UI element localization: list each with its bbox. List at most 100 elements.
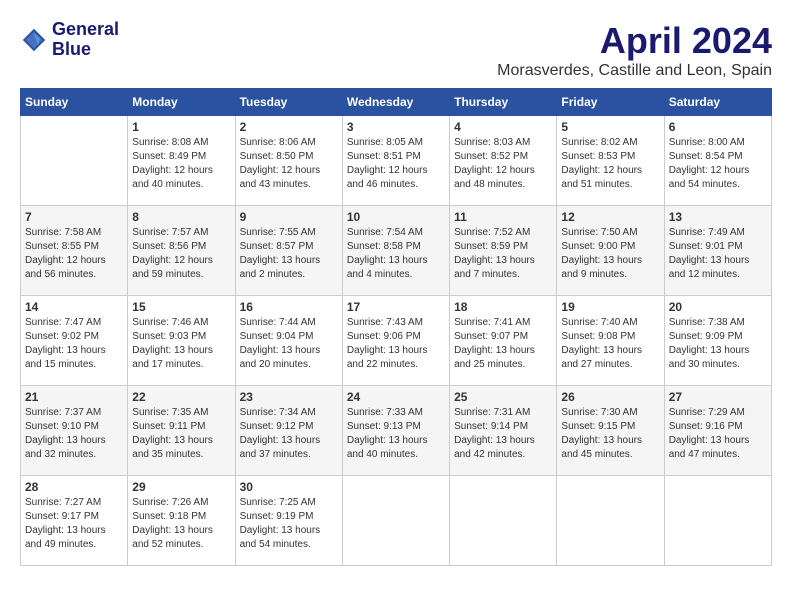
day-number: 15 xyxy=(132,300,230,314)
day-info: Sunrise: 7:33 AM Sunset: 9:13 PM Dayligh… xyxy=(347,406,445,462)
day-number: 14 xyxy=(25,300,123,314)
calendar-cell: 9Sunrise: 7:55 AM Sunset: 8:57 PM Daylig… xyxy=(235,206,342,296)
calendar-cell: 22 Sunrise: 7:35 AM Sunset: 9:11 PM Dayli… xyxy=(128,386,235,476)
day-info: Sunrise: 8:06 AM Sunset: 8:50 PM Dayligh… xyxy=(240,136,338,192)
calendar-cell: 23 Sunrise: 7:34 AM Sunset: 9:12 PM Dayli… xyxy=(235,386,342,476)
logo-text: General Blue xyxy=(52,20,119,60)
calendar-cell: 25 Sunrise: 7:31 AM Sunset: 9:14 PM Dayli… xyxy=(450,386,557,476)
logo-icon xyxy=(20,26,48,54)
calendar-cell: 15 Sunrise: 7:46 AM Sunset: 9:03 PM Dayli… xyxy=(128,296,235,386)
calendar-cell: 2 Sunrise: 8:06 AM Sunset: 8:50 PM Daylig… xyxy=(235,116,342,206)
day-number: 7 xyxy=(25,210,123,224)
calendar-cell: 27 Sunrise: 7:29 AM Sunset: 9:16 PM Dayli… xyxy=(664,386,771,476)
day-info: Sunrise: 7:25 AM Sunset: 9:19 PM Dayligh… xyxy=(240,496,338,552)
calendar-cell: 8 Sunrise: 7:57 AM Sunset: 8:56 PM Daylig… xyxy=(128,206,235,296)
calendar-cell: 12 Sunrise: 7:50 AM Sunset: 9:00 PM Dayli… xyxy=(557,206,664,296)
day-info: Sunrise: 7:44 AM Sunset: 9:04 PM Dayligh… xyxy=(240,316,338,372)
calendar-cell xyxy=(21,116,128,206)
day-info: Sunrise: 7:41 AM Sunset: 9:07 PM Dayligh… xyxy=(454,316,552,372)
calendar-cell: 4 Sunrise: 8:03 AM Sunset: 8:52 PM Daylig… xyxy=(450,116,557,206)
calendar-cell: 7 Sunrise: 7:58 AM Sunset: 8:55 PM Daylig… xyxy=(21,206,128,296)
day-number: 29 xyxy=(132,480,230,494)
day-number: 10 xyxy=(347,210,445,224)
day-info: Sunrise: 7:27 AM Sunset: 9:17 PM Dayligh… xyxy=(25,496,123,552)
weekday-header-monday: Monday xyxy=(128,89,235,116)
day-number: 26 xyxy=(561,390,659,404)
day-info: Sunrise: 8:02 AM Sunset: 8:53 PM Dayligh… xyxy=(561,136,659,192)
weekday-header-tuesday: Tuesday xyxy=(235,89,342,116)
day-info: Sunrise: 8:00 AM Sunset: 8:54 PM Dayligh… xyxy=(669,136,767,192)
day-info: Sunrise: 8:05 AM Sunset: 8:51 PM Dayligh… xyxy=(347,136,445,192)
day-number: 6 xyxy=(669,120,767,134)
calendar-cell: 26Sunrise: 7:30 AM Sunset: 9:15 PM Dayli… xyxy=(557,386,664,476)
day-number: 11 xyxy=(454,210,552,224)
page-header: General Blue April 2024 Morasverdes, Cas… xyxy=(20,20,772,80)
day-number: 27 xyxy=(669,390,767,404)
day-info: Sunrise: 7:43 AM Sunset: 9:06 PM Dayligh… xyxy=(347,316,445,372)
calendar-title: April 2024 xyxy=(497,20,772,62)
calendar-cell xyxy=(342,476,449,566)
day-number: 22 xyxy=(132,390,230,404)
day-info: Sunrise: 7:50 AM Sunset: 9:00 PM Dayligh… xyxy=(561,226,659,282)
calendar-cell: 13 Sunrise: 7:49 AM Sunset: 9:01 PM Dayli… xyxy=(664,206,771,296)
calendar-cell xyxy=(557,476,664,566)
day-info: Sunrise: 7:34 AM Sunset: 9:12 PM Dayligh… xyxy=(240,406,338,462)
day-number: 4 xyxy=(454,120,552,134)
day-number: 8 xyxy=(132,210,230,224)
day-info: Sunrise: 8:03 AM Sunset: 8:52 PM Dayligh… xyxy=(454,136,552,192)
calendar-cell xyxy=(450,476,557,566)
calendar-cell: 11 Sunrise: 7:52 AM Sunset: 8:59 PM Dayli… xyxy=(450,206,557,296)
logo: General Blue xyxy=(20,20,119,60)
day-info: Sunrise: 7:49 AM Sunset: 9:01 PM Dayligh… xyxy=(669,226,767,282)
calendar-cell: 14 Sunrise: 7:47 AM Sunset: 9:02 PM Dayli… xyxy=(21,296,128,386)
day-number: 1 xyxy=(132,120,230,134)
day-number: 28 xyxy=(25,480,123,494)
calendar-cell: 18 Sunrise: 7:41 AM Sunset: 9:07 PM Dayli… xyxy=(450,296,557,386)
day-number: 16 xyxy=(240,300,338,314)
calendar-cell: 21 Sunrise: 7:37 AM Sunset: 9:10 PM Dayli… xyxy=(21,386,128,476)
day-number: 24 xyxy=(347,390,445,404)
calendar-cell xyxy=(664,476,771,566)
weekday-header-sunday: Sunday xyxy=(21,89,128,116)
calendar-cell: 29 Sunrise: 7:26 AM Sunset: 9:18 PM Dayli… xyxy=(128,476,235,566)
calendar-cell: 30 Sunrise: 7:25 AM Sunset: 9:19 PM Dayli… xyxy=(235,476,342,566)
day-info: Sunrise: 7:37 AM Sunset: 9:10 PM Dayligh… xyxy=(25,406,123,462)
title-section: April 2024 Morasverdes, Castille and Leo… xyxy=(497,20,772,80)
calendar-cell: 17 Sunrise: 7:43 AM Sunset: 9:06 PM Dayli… xyxy=(342,296,449,386)
calendar-table: SundayMondayTuesdayWednesdayThursdayFrid… xyxy=(20,88,772,566)
day-info: Sunrise: 7:29 AM Sunset: 9:16 PM Dayligh… xyxy=(669,406,767,462)
day-info: Sunrise: 7:46 AM Sunset: 9:03 PM Dayligh… xyxy=(132,316,230,372)
day-number: 20 xyxy=(669,300,767,314)
day-number: 25 xyxy=(454,390,552,404)
day-info: Sunrise: 7:35 AM Sunset: 9:11 PM Dayligh… xyxy=(132,406,230,462)
day-number: 17 xyxy=(347,300,445,314)
calendar-cell: 10Sunrise: 7:54 AM Sunset: 8:58 PM Dayli… xyxy=(342,206,449,296)
day-info: Sunrise: 7:47 AM Sunset: 9:02 PM Dayligh… xyxy=(25,316,123,372)
calendar-cell: 24 Sunrise: 7:33 AM Sunset: 9:13 PM Dayli… xyxy=(342,386,449,476)
day-number: 23 xyxy=(240,390,338,404)
weekday-header-thursday: Thursday xyxy=(450,89,557,116)
day-number: 2 xyxy=(240,120,338,134)
calendar-cell: 5Sunrise: 8:02 AM Sunset: 8:53 PM Daylig… xyxy=(557,116,664,206)
day-number: 13 xyxy=(669,210,767,224)
calendar-cell: 6 Sunrise: 8:00 AM Sunset: 8:54 PM Daylig… xyxy=(664,116,771,206)
day-number: 19 xyxy=(561,300,659,314)
day-info: Sunrise: 7:40 AM Sunset: 9:08 PM Dayligh… xyxy=(561,316,659,372)
calendar-cell: 1Sunrise: 8:08 AM Sunset: 8:49 PM Daylig… xyxy=(128,116,235,206)
weekday-header-saturday: Saturday xyxy=(664,89,771,116)
day-number: 3 xyxy=(347,120,445,134)
weekday-header-wednesday: Wednesday xyxy=(342,89,449,116)
day-number: 12 xyxy=(561,210,659,224)
weekday-header-friday: Friday xyxy=(557,89,664,116)
calendar-cell: 28 Sunrise: 7:27 AM Sunset: 9:17 PM Dayli… xyxy=(21,476,128,566)
day-info: Sunrise: 7:31 AM Sunset: 9:14 PM Dayligh… xyxy=(454,406,552,462)
day-info: Sunrise: 7:57 AM Sunset: 8:56 PM Dayligh… xyxy=(132,226,230,282)
calendar-cell: 20Sunrise: 7:38 AM Sunset: 9:09 PM Dayli… xyxy=(664,296,771,386)
day-number: 30 xyxy=(240,480,338,494)
calendar-cell: 16 Sunrise: 7:44 AM Sunset: 9:04 PM Dayli… xyxy=(235,296,342,386)
day-info: Sunrise: 7:26 AM Sunset: 9:18 PM Dayligh… xyxy=(132,496,230,552)
day-number: 21 xyxy=(25,390,123,404)
day-info: Sunrise: 7:52 AM Sunset: 8:59 PM Dayligh… xyxy=(454,226,552,282)
day-number: 18 xyxy=(454,300,552,314)
day-info: Sunrise: 7:58 AM Sunset: 8:55 PM Dayligh… xyxy=(25,226,123,282)
